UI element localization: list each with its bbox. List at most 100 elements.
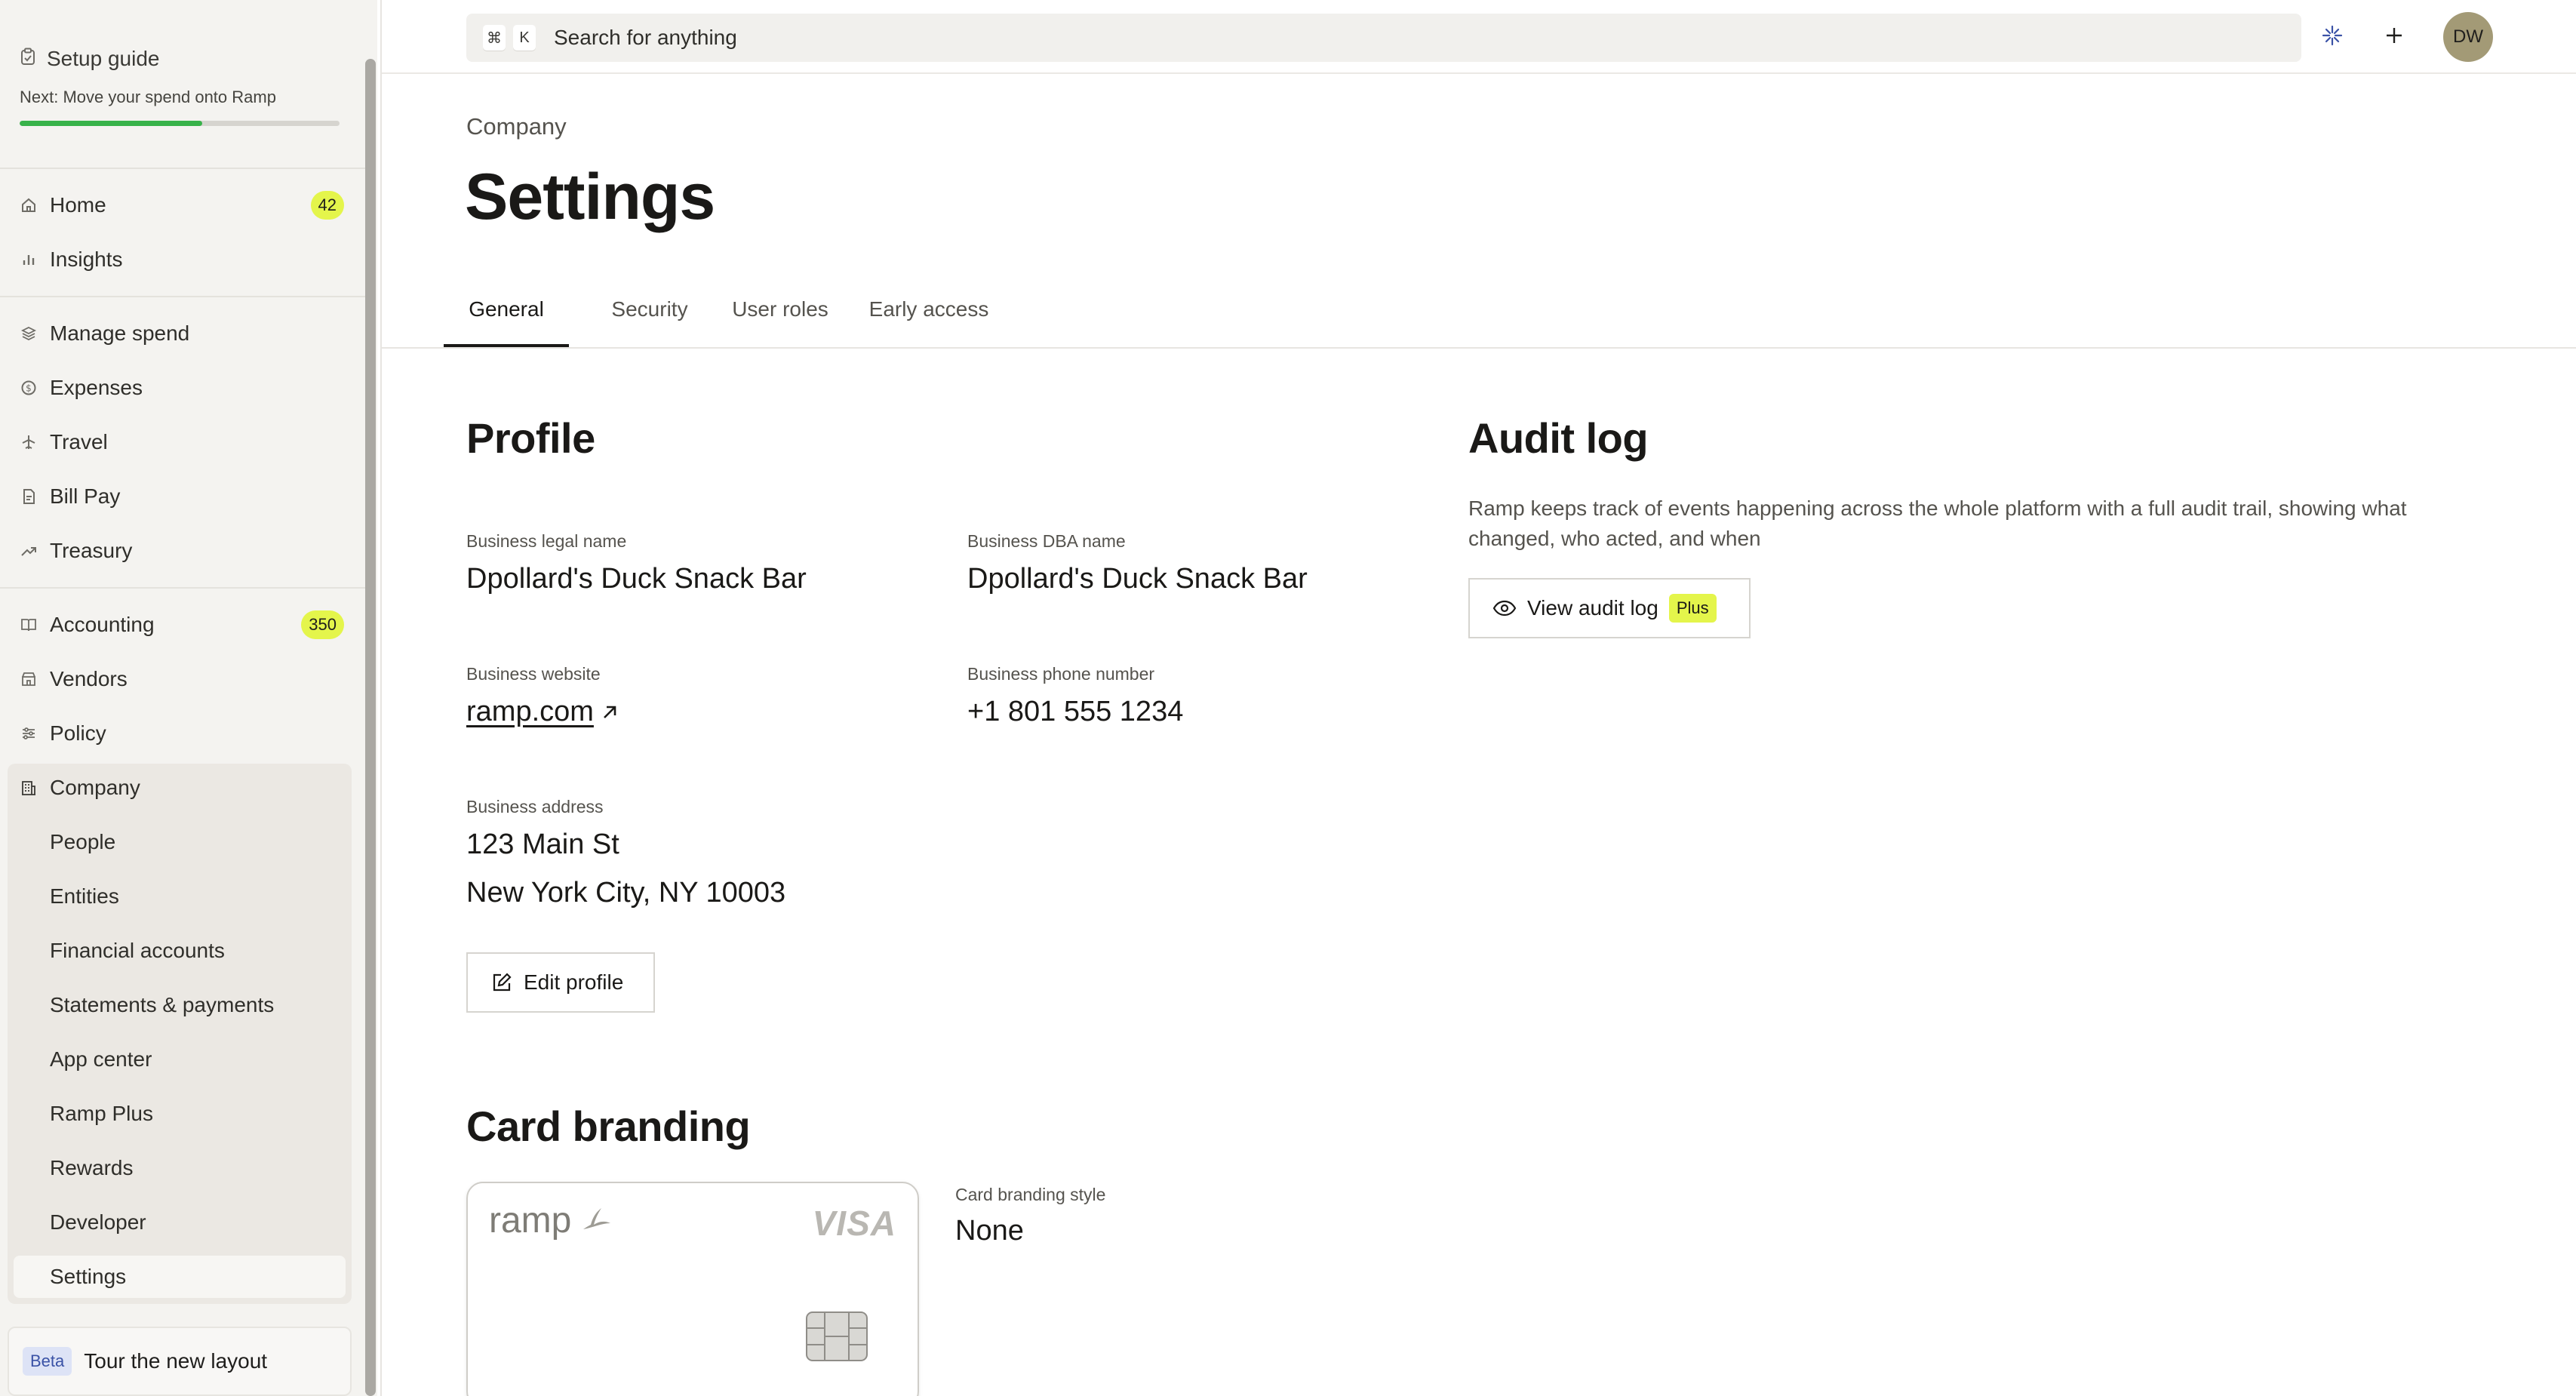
sidebar-item-label: Vendors [50,667,128,690]
create-new-button[interactable] [2375,18,2413,56]
page-title: Settings [465,161,715,233]
breadcrumb[interactable]: Company [466,113,567,140]
sidebar-scrollbar[interactable] [365,59,376,1396]
trend-up-icon [20,542,38,560]
sidebar-item-bill-pay[interactable]: Bill Pay [20,478,344,515]
setup-progress-fill [20,121,202,126]
sidebar-item-policy[interactable]: Policy [20,715,344,752]
sidebar-item-company[interactable]: Company [20,769,344,807]
address-line1: 123 Main St [466,829,619,860]
tab-security[interactable]: Security [601,297,699,347]
search-input[interactable]: Search for anything [554,26,737,50]
edit-profile-button[interactable]: Edit profile [466,952,655,1013]
notification-badge: 350 [301,610,344,639]
address-line2: New York City, NY 10003 [466,877,786,909]
audit-log-heading: Audit log [1468,414,1649,462]
document-icon [20,487,38,506]
sidebar-subitem-statements-payments[interactable]: Statements & payments [50,984,344,1026]
setup-guide[interactable]: Setup guide Next: Move your spend onto R… [20,47,340,126]
card-ramp-logo: ramp [489,1200,613,1241]
card-branding-style-value: None [955,1215,1024,1247]
sidebar-item-accounting[interactable]: Accounting 350 [20,606,344,644]
sidebar: Setup guide Next: Move your spend onto R… [0,0,377,1396]
tab-early-access[interactable]: Early access [865,297,993,347]
phone-value: +1 801 555 1234 [967,696,1184,727]
tour-label: Tour the new layout [84,1349,268,1373]
sidebar-subitem-developer[interactable]: Developer [50,1201,344,1244]
sidebar-subitem-entities[interactable]: Entities [50,875,344,918]
command-key-hint: ⌘ [483,25,506,51]
visa-logo: VISA [812,1204,896,1243]
sidebar-item-label: Bill Pay [50,484,121,508]
tab-user-roles[interactable]: User roles [729,297,832,347]
sidebar-subitem-settings[interactable]: Settings [50,1256,344,1298]
sidebar-divider [0,587,365,589]
card-branding-heading: Card branding [466,1102,751,1150]
user-avatar[interactable]: DW [2443,12,2493,62]
sidebar-item-label: Policy [50,721,106,745]
ai-sparkle-button[interactable] [2313,18,2351,56]
sidebar-item-label: Insights [50,248,123,271]
sidebar-item-insights[interactable]: Insights [20,241,344,278]
sidebar-item-travel[interactable]: Travel [20,423,344,461]
sidebar-item-treasury[interactable]: Treasury [20,532,344,570]
sidebar-item-home[interactable]: Home 42 [20,186,344,224]
view-audit-log-button[interactable]: View audit log Plus [1468,578,1751,638]
clipboard-icon [20,47,36,71]
sidebar-divider [0,168,365,169]
dba-name-value: Dpollard's Duck Snack Bar [967,563,1308,595]
home-icon [20,196,38,214]
profile-heading: Profile [466,414,595,462]
sidebar-item-vendors[interactable]: Vendors [20,660,344,698]
sidebar-item-label: Expenses [50,376,143,399]
sidebar-subitem-app-center[interactable]: App center [50,1038,344,1081]
card-preview: ramp VISA [466,1182,919,1396]
tour-new-layout-button[interactable]: Beta Tour the new layout [8,1327,352,1396]
k-key-hint: K [513,25,536,51]
sidebar-subitem-ramp-plus[interactable]: Ramp Plus [50,1093,344,1135]
address-label: Business address [466,797,604,816]
bar-chart-icon [20,251,38,269]
sidebar-item-expenses[interactable]: $ Expenses [20,369,344,407]
sidebar-subitem-financial-accounts[interactable]: Financial accounts [50,930,344,972]
settings-tabs: General Security User roles Early access [382,290,2576,349]
card-chip-icon [806,1311,868,1361]
view-audit-log-label: View audit log [1527,596,1658,620]
sliders-icon [20,724,38,743]
sidebar-subitem-rewards[interactable]: Rewards [50,1147,344,1189]
search-bar[interactable]: ⌘ K Search for anything [466,14,2301,62]
store-icon [20,670,38,688]
sidebar-item-label: Company [50,776,140,799]
sidebar-item-label: Treasury [50,539,133,562]
ramp-logo-icon [580,1200,613,1241]
edit-icon [490,971,513,994]
website-label: Business website [466,664,601,684]
external-link-icon [600,703,619,722]
sidebar-item-label: Home [50,193,106,217]
layers-icon [20,324,38,343]
book-icon [20,616,38,634]
website-link[interactable]: ramp.com [466,696,619,728]
sparkle-icon [2320,23,2344,51]
card-branding-style-label: Card branding style [955,1185,1106,1204]
plus-icon [2384,25,2405,50]
edit-profile-label: Edit profile [524,970,624,994]
setup-progress-bar [20,121,340,126]
legal-name-label: Business legal name [466,531,627,551]
sidebar-item-manage-spend[interactable]: Manage spend [20,315,344,352]
setup-guide-next-step: Next: Move your spend onto Ramp [20,88,276,106]
dba-name-label: Business DBA name [967,531,1126,551]
audit-log-description: Ramp keeps track of events happening acr… [1468,497,2407,550]
plane-icon [20,433,38,451]
eye-icon [1492,599,1517,617]
tab-general[interactable]: General [444,297,569,347]
top-bar: ⌘ K Search for anything DW [382,0,2576,74]
sidebar-subitem-people[interactable]: People [50,821,344,863]
card-brand-text: ramp [489,1201,572,1241]
sidebar-border [380,0,382,1396]
setup-guide-title: Setup guide [47,47,160,70]
plus-badge: Plus [1668,594,1717,623]
sidebar-item-label: Accounting [50,613,155,636]
svg-text:$: $ [26,383,32,394]
phone-label: Business phone number [967,664,1155,684]
